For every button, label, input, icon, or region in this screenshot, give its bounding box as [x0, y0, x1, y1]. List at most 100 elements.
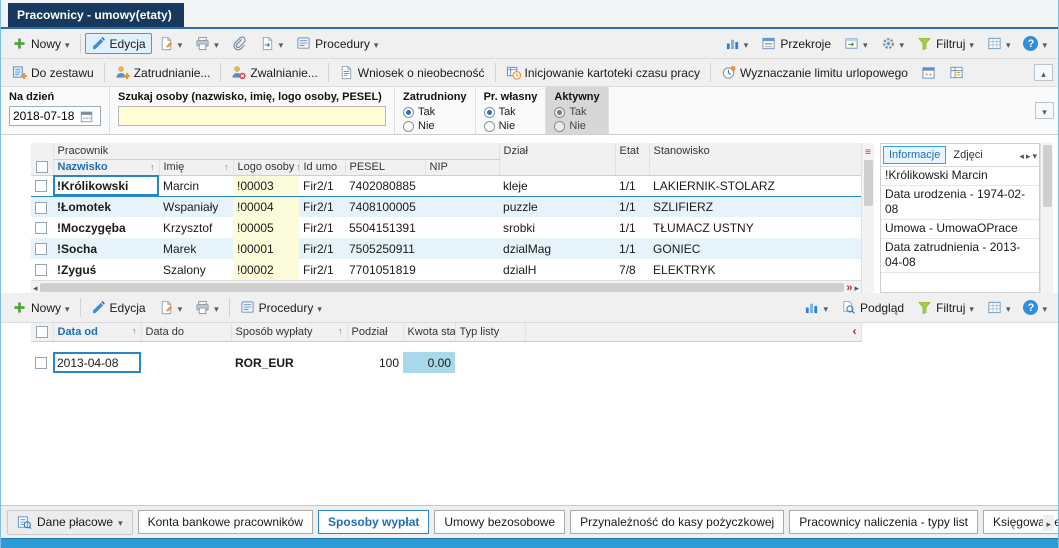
cell-logo-osoby[interactable]: !00005	[233, 217, 299, 238]
aktywny-tak-radio[interactable]: Tak	[554, 106, 599, 118]
document-tab-pracownicy[interactable]: Pracownicy - umowy(etaty)	[8, 3, 184, 27]
pomoc-button[interactable]	[1017, 297, 1053, 318]
cell-nazwisko[interactable]: !Zyguś	[53, 259, 159, 280]
cell-stanowisko[interactable]: LAKIERNIK-STOLARZ	[649, 175, 861, 196]
przekroje-button[interactable]: Przekroje	[755, 33, 837, 54]
cell-nip[interactable]	[425, 259, 499, 280]
row-checkbox[interactable]	[35, 180, 47, 192]
cell-nazwisko[interactable]: !Socha	[53, 238, 159, 259]
drukuj-button[interactable]	[189, 33, 225, 54]
cell-logo-osoby[interactable]: !00002	[233, 259, 299, 280]
cell-nazwisko[interactable]: !Królikowski	[53, 175, 159, 196]
search-input[interactable]	[118, 106, 386, 126]
cell-etat[interactable]: 1/1	[615, 238, 649, 259]
cell-nip[interactable]	[425, 175, 499, 196]
podglad-button[interactable]: Podgląd	[835, 297, 910, 318]
cell-logo-osoby[interactable]: !00001	[233, 238, 299, 259]
pr-wlasny-nie-radio[interactable]: Nie	[484, 120, 538, 132]
cell-dzial[interactable]: dzialMag	[499, 238, 615, 259]
column-etat[interactable]: Etat	[615, 143, 649, 175]
cell-stanowisko[interactable]: ELEKTRYK	[649, 259, 861, 280]
kolumny-button[interactable]	[981, 33, 1017, 54]
column-stanowisko[interactable]: Stanowisko	[649, 143, 861, 175]
cell-nip[interactable]	[425, 196, 499, 217]
cell-logo-osoby[interactable]: !00004	[233, 196, 299, 217]
cell-id-umowy[interactable]: Fir2/1	[299, 175, 345, 196]
ustawienia-listy-button[interactable]	[875, 33, 911, 54]
cell-typ-listy[interactable]	[455, 352, 525, 373]
cell-etat[interactable]: 1/1	[615, 217, 649, 238]
dane-placowe-menu[interactable]: Dane płacowe	[7, 510, 133, 535]
column-dzial[interactable]: Dział	[499, 143, 615, 175]
cell-imie[interactable]: Marcin	[159, 175, 233, 196]
collapse-filter-button[interactable]	[1035, 102, 1054, 119]
nowy-button[interactable]: Nowy	[6, 33, 76, 54]
tabs-scroll-right-button[interactable]	[1043, 515, 1054, 531]
wniosek-button[interactable]: Wniosek o nieobecność	[333, 62, 491, 83]
tab-umowy-bezosobowe[interactable]: Umowy bezosobowe	[434, 510, 565, 534]
tab-sposoby-wyplat[interactable]: Sposoby wypłat	[318, 510, 429, 534]
tabs-scroll-left-icon[interactable]	[1019, 149, 1024, 161]
cell-nip[interactable]	[425, 238, 499, 259]
tab-informacje[interactable]: Informacje	[883, 146, 946, 164]
cell-dzial[interactable]: kleje	[499, 175, 615, 196]
edycja-button[interactable]: Edycja	[85, 33, 152, 54]
row-checkbox[interactable]	[35, 264, 47, 276]
cell-kwota-stala[interactable]: 0.00	[403, 352, 455, 373]
inicjowanie-kartoteki-button[interactable]: Inicjowanie kartoteki czasu pracy	[500, 62, 706, 83]
cell-etat[interactable]: 1/1	[615, 175, 649, 196]
employees-vertical-scrollbar[interactable]	[861, 143, 874, 293]
scroll-left-icon[interactable]	[33, 281, 38, 293]
column-imie[interactable]: Imię	[159, 159, 233, 175]
do-zestawu-button[interactable]: Do zestawu	[6, 62, 100, 83]
row-checkbox[interactable]	[35, 243, 47, 255]
procedury-button[interactable]: Procedury	[234, 297, 328, 318]
drukuj-button[interactable]	[189, 297, 225, 318]
calendar-picker-icon[interactable]	[80, 110, 93, 123]
cell-sposob-wyplaty[interactable]: ROR_EUR	[231, 352, 347, 373]
cell-imie[interactable]: Wspaniały	[159, 196, 233, 217]
row-checkbox[interactable]	[35, 202, 47, 214]
employee-row[interactable]: !Królikowski Marcin !00003 Fir2/1 740208…	[31, 175, 861, 196]
eksport-button[interactable]	[254, 33, 290, 54]
info-panel-scrollbar[interactable]	[1040, 143, 1053, 293]
kalendarz-button[interactable]	[915, 62, 942, 83]
cell-pesel[interactable]: 7402080885	[345, 175, 425, 196]
payout-row[interactable]: 2013-04-08 ROR_EUR 100 0.00	[31, 352, 861, 373]
cell-stanowisko[interactable]: GONIEC	[649, 238, 861, 259]
wykres-button[interactable]	[719, 33, 755, 54]
column-pesel[interactable]: PESEL	[345, 159, 425, 175]
date-field[interactable]	[9, 106, 101, 126]
column-id-umowy[interactable]: Id umo	[299, 159, 345, 175]
tab-zdjecia[interactable]: Zdjęci	[948, 147, 987, 163]
cell-imie[interactable]: Szalony	[159, 259, 233, 280]
pr-wlasny-tak-radio[interactable]: Tak	[484, 106, 538, 118]
cell-id-umowy[interactable]: Fir2/1	[299, 238, 345, 259]
row-checkbox[interactable]	[35, 357, 47, 369]
procedury-button[interactable]: Procedury	[290, 33, 384, 54]
zwalnianie-button[interactable]: Zwalnianie...	[225, 62, 323, 83]
zatrudnianie-button[interactable]: Zatrudnianie...	[109, 62, 217, 83]
otworz-button[interactable]	[153, 33, 189, 54]
pomoc-button[interactable]	[1017, 33, 1053, 54]
nowy-button[interactable]: Nowy	[6, 297, 76, 318]
tab-pracownicy-naliczenia[interactable]: Pracownicy naliczenia - typy list	[789, 510, 978, 534]
otworz-button[interactable]	[153, 297, 189, 318]
column-nazwisko[interactable]: Nazwisko	[53, 159, 159, 175]
column-podzial[interactable]: Podział	[347, 323, 403, 341]
employee-row[interactable]: !Moczygęba Krzysztof !00005 Fir2/1 55041…	[31, 217, 861, 238]
filtruj-button[interactable]: Filtruj	[911, 297, 980, 318]
widok-button[interactable]	[838, 33, 874, 54]
column-sposob-wyplaty[interactable]: Sposób wypłaty	[231, 323, 347, 341]
column-logo-osoby[interactable]: Logo osoby	[233, 159, 299, 175]
cell-id-umowy[interactable]: Fir2/1	[299, 196, 345, 217]
scroll-right-icon[interactable]	[854, 281, 859, 293]
cell-stanowisko[interactable]: TŁUMACZ USTNY	[649, 217, 861, 238]
column-group-pracownik[interactable]: Pracownik	[53, 143, 499, 159]
zatrudniony-nie-radio[interactable]: Nie	[403, 120, 467, 132]
cell-etat[interactable]: 7/8	[615, 259, 649, 280]
employees-horizontal-scrollbar[interactable]	[31, 280, 861, 293]
column-data-do[interactable]: Data do	[141, 323, 231, 341]
edycja-button[interactable]: Edycja	[85, 297, 152, 318]
cell-data-od[interactable]: 2013-04-08	[53, 352, 141, 373]
